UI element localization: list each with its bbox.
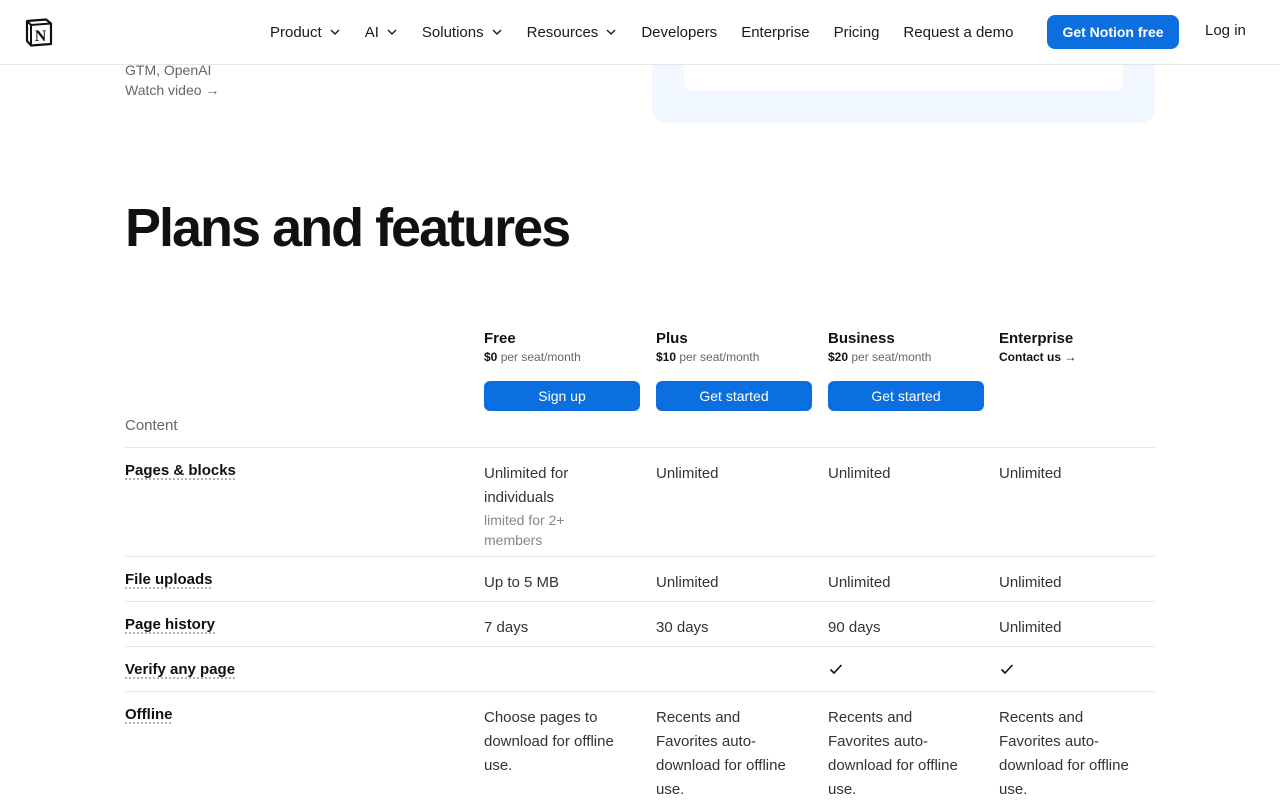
testimonial-meta: GTM, OpenAI Watch video →: [125, 60, 219, 100]
watch-video-link[interactable]: Watch video →: [125, 80, 219, 100]
page-title: Plans and features: [125, 198, 571, 258]
nav-request-demo-label: Request a demo: [903, 23, 1014, 41]
table-cell: Unlimited: [656, 465, 719, 482]
plan-name: Enterprise: [999, 330, 1074, 347]
get-started-button-plus[interactable]: Get started: [656, 381, 812, 411]
checkmark-icon: [829, 664, 843, 675]
nav-ai[interactable]: AI: [365, 24, 398, 41]
feature-name[interactable]: Offline: [125, 706, 173, 723]
plan-price: $10 per seat/month: [656, 349, 812, 365]
plan-plus: Plus $10 per seat/month Get started: [656, 329, 812, 411]
table-cell: Up to 5 MB: [484, 574, 560, 591]
table-cell: Recents and Favorites auto-download for …: [999, 709, 1129, 798]
table-row: Pages & blocks Unlimited for individuals…: [125, 447, 1155, 556]
plan-price-amount: $10: [656, 350, 677, 364]
plan-price: $0 per seat/month: [484, 349, 640, 365]
chevron-down-icon: [606, 29, 616, 35]
table-cell: Unlimited: [999, 465, 1062, 482]
plan-price-unit: per seat/month: [679, 350, 760, 364]
table-cell: Unlimited: [656, 574, 719, 591]
table-cell: Unlimited: [999, 574, 1062, 591]
plan-enterprise: Enterprise Contact us →: [999, 329, 1155, 365]
notion-logo-icon[interactable]: N: [24, 17, 54, 47]
nav-product-label: Product: [270, 23, 322, 41]
feature-name[interactable]: Page history: [125, 616, 215, 633]
plan-name: Plus: [656, 330, 688, 347]
nav-developers[interactable]: Developers: [641, 24, 717, 41]
chevron-down-icon: [492, 29, 502, 35]
nav-solutions[interactable]: Solutions: [422, 24, 503, 41]
nav-resources-label: Resources: [526, 23, 599, 41]
login-link[interactable]: Log in: [1205, 22, 1246, 39]
table-cell: [828, 661, 968, 685]
plan-business: Business $20 per seat/month Get started: [828, 329, 984, 411]
nav-ai-label: AI: [364, 23, 379, 41]
feature-name[interactable]: Pages & blocks: [125, 462, 236, 479]
nav-pricing-label: Pricing: [833, 23, 880, 41]
table-cell: Recents and Favorites auto-download for …: [656, 709, 786, 798]
nav-developers-label: Developers: [641, 23, 718, 41]
get-started-button-business[interactable]: Get started: [828, 381, 984, 411]
nav-request-demo[interactable]: Request a demo: [903, 24, 1013, 41]
checkmark-icon: [1000, 664, 1014, 675]
plan-price-unit: per seat/month: [851, 350, 932, 364]
table-cell: Recents and Favorites auto-download for …: [828, 709, 958, 798]
table-cell: [999, 661, 1139, 685]
main-nav: Product AI Solutions Resources Developer…: [270, 0, 1038, 64]
sign-up-button[interactable]: Sign up: [484, 381, 640, 411]
table-cell: Unlimited: [999, 619, 1062, 636]
nav-enterprise-label: Enterprise: [741, 23, 810, 41]
table-row: Verify any page: [125, 646, 1155, 691]
table-row: Page history 7 days 30 days 90 days Unli…: [125, 601, 1155, 646]
feature-name[interactable]: File uploads: [125, 571, 213, 588]
table-cell: 30 days: [656, 619, 709, 636]
plan-price-amount: $0: [484, 350, 498, 364]
table-cell: Choose pages to download for offline use…: [484, 709, 614, 774]
nav-pricing[interactable]: Pricing: [834, 24, 880, 41]
plan-name: Free: [484, 330, 516, 347]
plan-price-amount: $20: [828, 350, 849, 364]
nav-product[interactable]: Product: [270, 24, 341, 41]
nav-enterprise[interactable]: Enterprise: [741, 24, 809, 41]
cell-text: Unlimited for individuals: [484, 465, 569, 506]
plan-price: $20 per seat/month: [828, 349, 984, 365]
table-cell: Unlimited for individuals limited for 2+ …: [484, 462, 624, 550]
section-label: Content: [125, 417, 178, 434]
nav-solutions-label: Solutions: [421, 23, 484, 41]
plan-free: Free $0 per seat/month Sign up: [484, 329, 640, 411]
chevron-down-icon: [330, 29, 340, 35]
contact-us-link[interactable]: Contact us →: [999, 349, 1155, 365]
top-navigation-bar: N Product AI Solutions Resources Develop…: [0, 0, 1280, 65]
table-cell: Unlimited: [828, 465, 891, 482]
nav-resources[interactable]: Resources: [527, 24, 618, 41]
chevron-down-icon: [387, 29, 397, 35]
logo-letter: N: [35, 28, 47, 45]
table-cell: Unlimited: [828, 574, 891, 591]
cell-subtext: limited for 2+ members: [484, 512, 565, 548]
plan-price-unit: per seat/month: [500, 350, 581, 364]
table-row: File uploads Up to 5 MB Unlimited Unlimi…: [125, 556, 1155, 601]
get-notion-free-button[interactable]: Get Notion free: [1047, 15, 1179, 49]
feature-name[interactable]: Verify any page: [125, 661, 235, 678]
plan-name: Business: [828, 330, 895, 347]
table-cell: 90 days: [828, 619, 881, 636]
table-row: Offline Choose pages to download for off…: [125, 691, 1155, 800]
table-cell: 7 days: [484, 619, 529, 636]
